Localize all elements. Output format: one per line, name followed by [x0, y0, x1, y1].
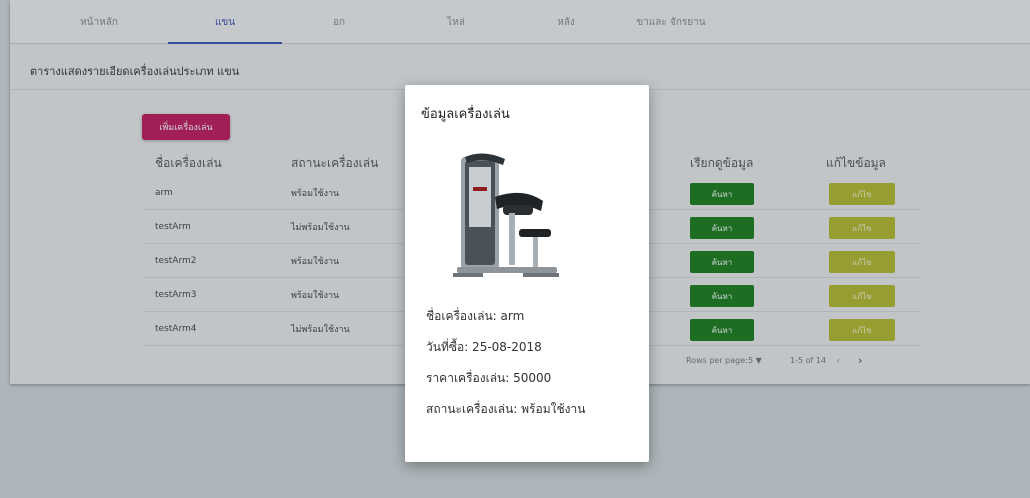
arm-curl-machine-image — [453, 153, 559, 277]
price-detail: ราคาเครื่องเล่น: 50000 — [426, 371, 552, 385]
machine-name-detail: ชื่อเครื่องเล่น: arm — [426, 309, 525, 323]
status-detail: สถานะเครื่องเล่น: พร้อมใช้งาน — [426, 402, 586, 416]
purchase-date-detail: วันที่ซื้อ: 25-08-2018 — [426, 340, 542, 354]
app-background: หน้าหลัก แขน อก ไหล่ หลัง ขาและ จักรยาน … — [0, 0, 1030, 498]
machine-detail-dialog: ข้อมูลเครื่องเล่น ชื่อเครื่องเล่น: arm ว… — [405, 85, 649, 462]
dialog-title: ข้อมูลเครื่องเล่น — [421, 107, 510, 122]
